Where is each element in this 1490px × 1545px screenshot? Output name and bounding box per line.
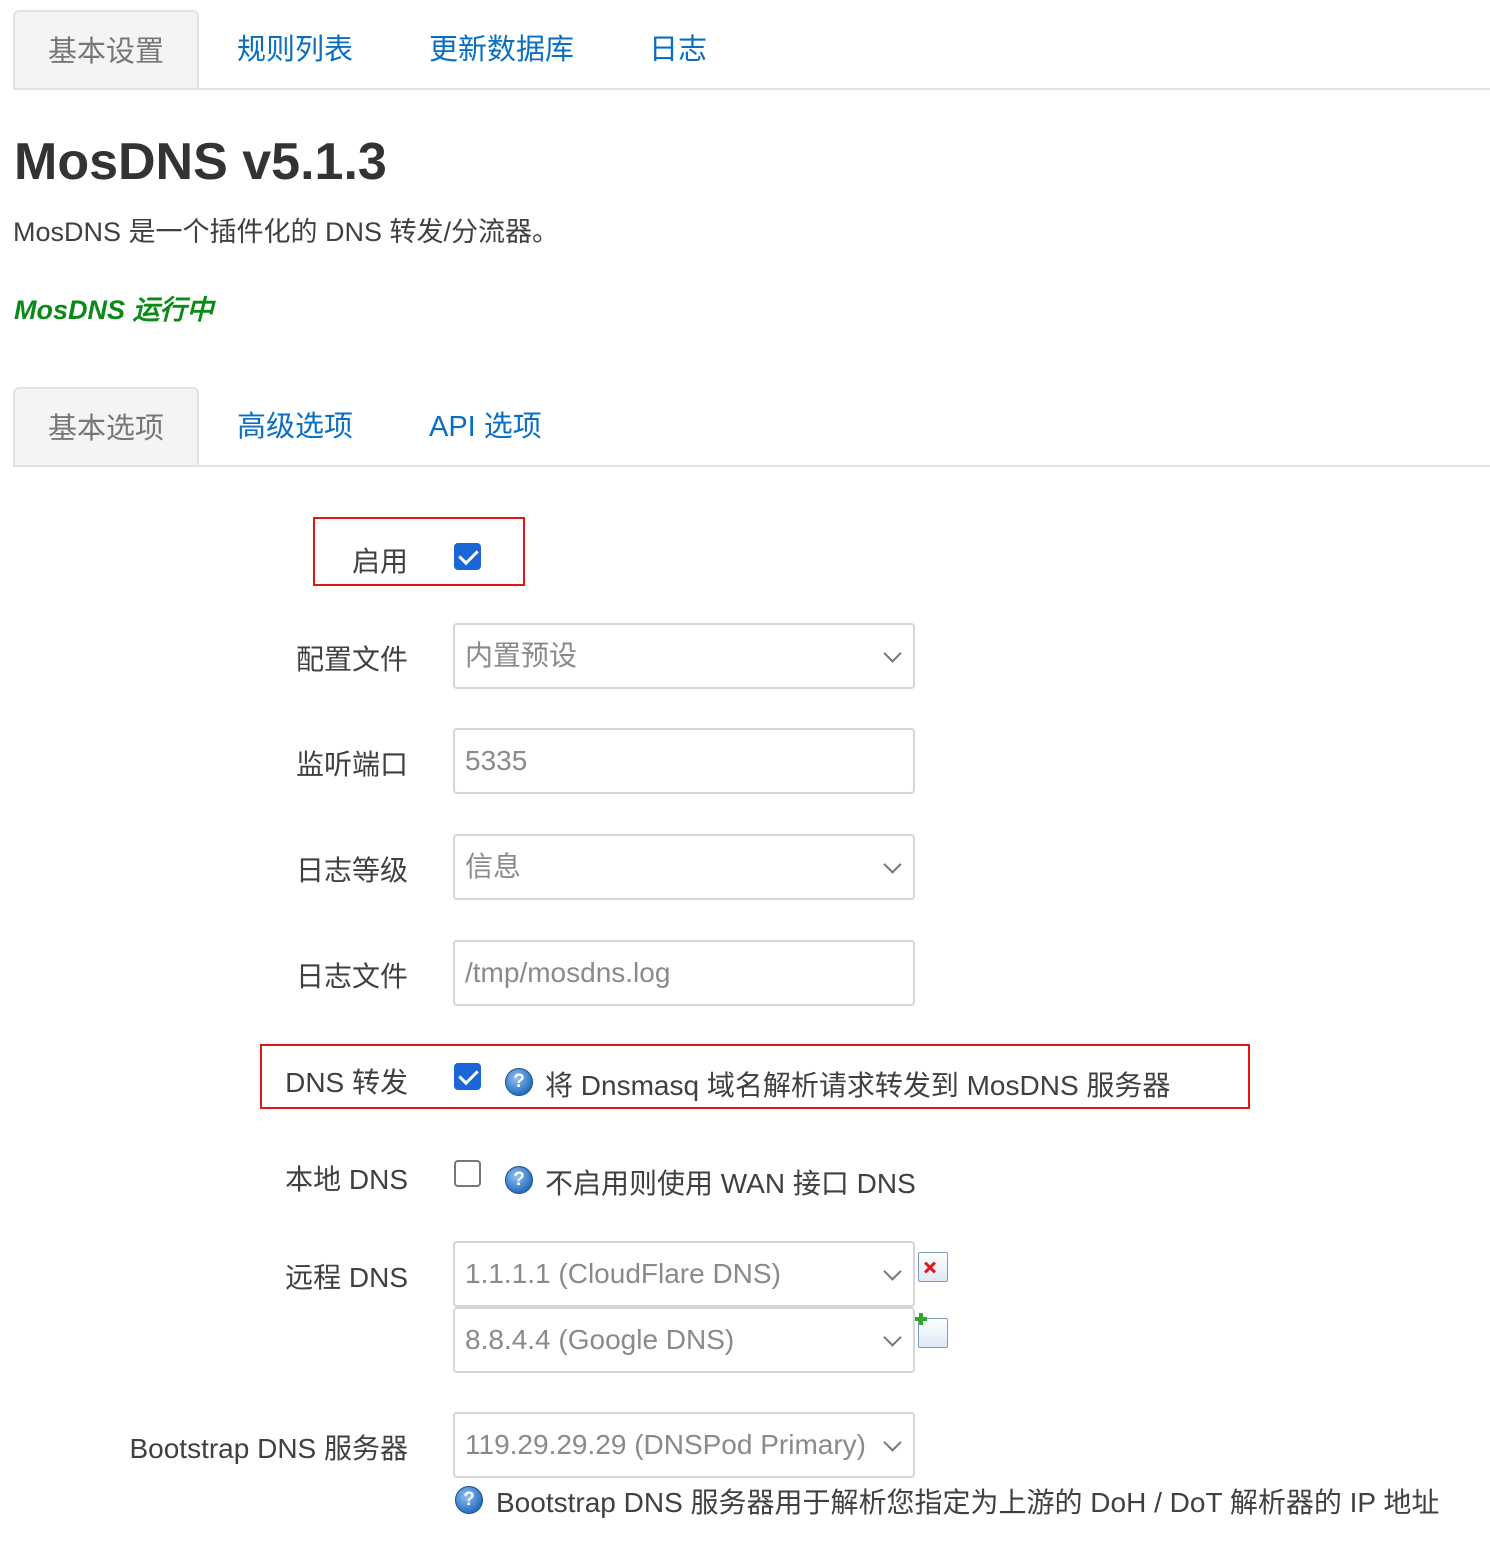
add-entry-icon[interactable] [915,1313,948,1348]
listen-port-label: 监听端口 [295,749,408,780]
tab-advanced-options[interactable]: 高级选项 [237,387,353,463]
main-tab-bar: 基本设置 规则列表 更新数据库 日志 [13,10,1490,90]
help-icon: ? [505,1166,533,1194]
remote-dns-value-2: 8.8.4.4 (Google DNS) [465,1324,735,1355]
tab-update-database[interactable]: 更新数据库 [429,10,574,86]
remote-dns-select-2[interactable]: 8.8.4.4 (Google DNS) [453,1307,915,1373]
listen-port-input[interactable]: 5335 [453,728,915,794]
bootstrap-dns-label: Bootstrap DNS 服务器 [129,1433,408,1464]
log-level-select[interactable]: 信息 [453,834,915,900]
chevron-down-icon [883,1262,902,1281]
bootstrap-dns-help: Bootstrap DNS 服务器用于解析您指定为上游的 DoH / DoT 解… [496,1487,1440,1518]
remote-dns-label: 远程 DNS [285,1262,408,1293]
log-file-label: 日志文件 [295,961,408,992]
tab-logs[interactable]: 日志 [649,10,707,86]
tab-api-options[interactable]: API 选项 [429,387,542,463]
highlight-box-enable [313,517,525,586]
log-file-input[interactable]: /tmp/mosdns.log [453,940,915,1006]
chevron-down-icon [883,644,902,663]
remove-entry-icon[interactable] [918,1252,948,1282]
tab-rule-list[interactable]: 规则列表 [237,10,353,86]
remote-dns-value-1: 1.1.1.1 (CloudFlare DNS) [465,1258,781,1289]
dns-forward-label: DNS 转发 [285,1067,408,1098]
log-level-label: 日志等级 [295,855,408,886]
config-file-label: 配置文件 [295,644,408,675]
service-status: MosDNS 运行中 [14,295,214,325]
local-dns-help: 不启用则使用 WAN 接口 DNS [545,1168,916,1199]
config-file-select[interactable]: 内置预设 [453,623,915,689]
listen-port-value: 5335 [465,745,528,776]
bootstrap-dns-value: 119.29.29.29 (DNSPod Primary) [465,1429,866,1460]
dns-forward-checkbox[interactable] [454,1063,481,1090]
local-dns-checkbox[interactable] [454,1160,481,1187]
enable-checkbox[interactable] [454,543,481,570]
enable-label: 启用 [351,546,408,577]
section-tab-bar: 基本选项 高级选项 API 选项 [13,387,1490,467]
config-file-value: 内置预设 [465,640,578,671]
local-dns-label: 本地 DNS [285,1164,408,1195]
tab-basic-settings[interactable]: 基本设置 [13,10,199,88]
log-file-value: /tmp/mosdns.log [465,957,671,988]
dns-forward-help: 将 Dnsmasq 域名解析请求转发到 MosDNS 服务器 [545,1070,1171,1101]
log-level-value: 信息 [465,851,522,882]
chevron-down-icon [883,855,902,874]
page-description: MosDNS 是一个插件化的 DNS 转发/分流器。 [13,217,560,247]
chevron-down-icon [883,1328,902,1347]
page-title: MosDNS v5.1.3 [14,133,387,191]
bootstrap-dns-select[interactable]: 119.29.29.29 (DNSPod Primary) [453,1412,915,1478]
tab-basic-options[interactable]: 基本选项 [13,387,199,465]
help-icon: ? [505,1068,533,1096]
help-icon: ? [455,1486,483,1514]
remote-dns-select-1[interactable]: 1.1.1.1 (CloudFlare DNS) [453,1241,915,1307]
chevron-down-icon [883,1433,902,1452]
